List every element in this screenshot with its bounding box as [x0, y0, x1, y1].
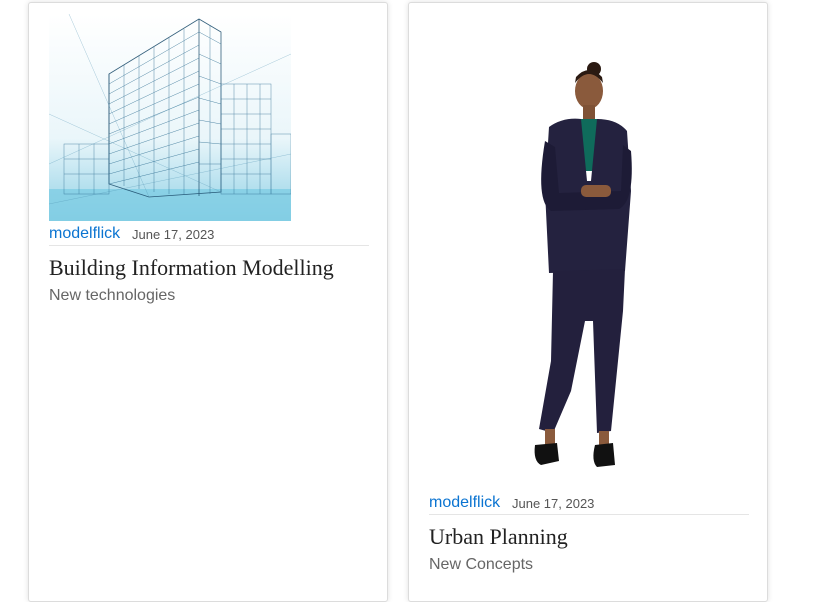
post-date: June 17, 2023 [512, 496, 595, 511]
post-title[interactable]: Urban Planning [429, 523, 568, 551]
post-subtitle: New technologies [49, 287, 176, 304]
post-title[interactable]: Building Information Modelling [49, 254, 334, 282]
woman-in-suit-image[interactable] [489, 61, 639, 481]
post-meta: modelflick June 17, 2023 [429, 493, 749, 515]
author-link[interactable]: modelflick [429, 493, 500, 513]
post-date: June 17, 2023 [132, 227, 215, 242]
building-wireframe-illustration [49, 14, 291, 221]
author-link[interactable]: modelflick [49, 224, 120, 244]
post-subtitle: New Concepts [429, 556, 534, 573]
building-wireframe-image[interactable] [49, 14, 291, 221]
post-meta: modelflick June 17, 2023 [49, 224, 369, 246]
woman-in-suit-illustration [534, 62, 632, 467]
post-card: modelflick June 17, 2023 Urban Planning … [408, 2, 768, 602]
post-card: modelflick June 17, 2023 Building Inform… [28, 2, 388, 602]
